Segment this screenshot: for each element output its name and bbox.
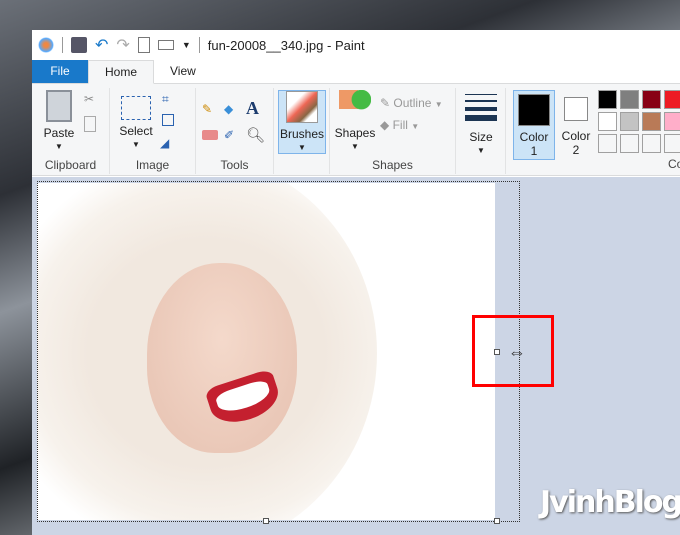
divider (198, 37, 200, 53)
chevron-down-icon: ▼ (434, 100, 443, 109)
tab-view[interactable]: View (154, 60, 212, 83)
select-icon (121, 96, 151, 120)
line-width-icon (465, 94, 497, 126)
chevron-down-icon: ▼ (411, 122, 420, 131)
window-title: fun-20008__340.jpg - Paint (207, 37, 365, 53)
shapes-button[interactable]: Shapes ▼ (334, 90, 376, 154)
chevron-down-icon: ▼ (55, 142, 63, 151)
ribbon: Paste ▼ ✂ Clipboard Select ▼ ⌗ ◢ Image ✎ ◆… (32, 84, 680, 176)
palette-swatch[interactable] (642, 112, 661, 131)
redo-icon[interactable]: ↷ (116, 35, 129, 55)
paste-button[interactable]: Paste ▼ (40, 90, 78, 154)
palette-swatch[interactable] (664, 112, 680, 131)
copy-icon[interactable] (84, 116, 96, 132)
rotate-icon[interactable]: ◢ (160, 136, 176, 152)
color1-swatch (518, 94, 550, 126)
divider (62, 37, 63, 53)
color1-button[interactable]: Color 1 (513, 90, 555, 160)
palette-swatch[interactable] (642, 90, 661, 109)
highlight-box (472, 315, 554, 387)
watermark: JvinhBlog (540, 485, 680, 520)
palette-swatch[interactable] (620, 90, 639, 109)
chevron-down-icon: ▼ (298, 143, 306, 152)
chevron-down-icon: ▼ (132, 140, 140, 149)
cut-icon[interactable]: ✂ (84, 92, 100, 108)
size-group: Size ▼ (456, 88, 506, 174)
crop-icon[interactable]: ⌗ (162, 92, 178, 108)
paint-window: ↶ ↷ ▼ fun-20008__340.jpg - Paint File Ho… (32, 30, 680, 535)
brushes-button[interactable]: Brushes ▼ (278, 90, 326, 154)
color-picker-icon[interactable]: ✐ (224, 128, 240, 144)
new-file-icon[interactable] (137, 37, 150, 53)
group-label: Shapes (372, 158, 413, 172)
selection-border (37, 181, 520, 522)
chevron-down-icon: ▼ (351, 142, 359, 151)
color2-button[interactable]: Color 2 (557, 90, 595, 157)
eraser-icon[interactable] (202, 130, 218, 140)
color2-swatch (564, 97, 588, 121)
fill-bucket-icon[interactable]: ◆ (224, 102, 240, 118)
group-label: Co (668, 157, 680, 171)
palette-swatch[interactable] (620, 134, 639, 153)
outline-dropdown[interactable]: ✎ Outline ▼ (380, 96, 443, 110)
group-label: Image (135, 158, 170, 172)
image-group: Select ▼ ⌗ ◢ Image (110, 88, 196, 174)
palette-swatch[interactable] (664, 134, 680, 153)
fill-dropdown[interactable]: ◆ Fill ▼ (380, 118, 419, 132)
tab-file[interactable]: File (32, 60, 88, 83)
canvas-area: ⇔ JvinhBlog (32, 177, 680, 535)
title-bar: ↶ ↷ ▼ fun-20008__340.jpg - Paint (32, 30, 680, 60)
resize-handle-corner[interactable] (494, 518, 500, 524)
brushes-group: Brushes ▼ (274, 88, 330, 174)
size-button[interactable]: Size ▼ (464, 90, 498, 158)
save-icon[interactable] (71, 37, 87, 53)
group-label: Tools (220, 158, 249, 172)
outline-icon: ✎ (380, 96, 391, 110)
chevron-down-icon: ▼ (477, 146, 485, 155)
fill-icon: ◆ (380, 118, 390, 132)
customize-toolbar-icon[interactable]: ▼ (182, 40, 191, 50)
shapes-icon (339, 90, 371, 122)
resize-icon[interactable] (162, 114, 174, 126)
brush-icon (286, 91, 318, 123)
palette-swatch[interactable] (598, 90, 617, 109)
tab-home[interactable]: Home (88, 60, 155, 84)
text-icon[interactable]: A (246, 98, 262, 118)
palette-swatch[interactable] (598, 134, 617, 153)
shapes-group: Shapes ▼ ✎ Outline ▼ ◆ Fill ▼ Shapes (330, 88, 456, 174)
group-label: Clipboard (44, 158, 97, 172)
paint-app-icon[interactable] (38, 37, 54, 53)
palette-swatch[interactable] (598, 112, 617, 131)
palette-swatch[interactable] (620, 112, 639, 131)
clipboard-group: Paste ▼ ✂ Clipboard (32, 88, 110, 174)
magnifier-icon[interactable]: 🔍︎ (246, 126, 265, 144)
palette-swatch[interactable] (642, 134, 661, 153)
resize-handle-bottom[interactable] (263, 518, 269, 524)
select-button[interactable]: Select ▼ (116, 90, 156, 152)
print-icon[interactable] (157, 40, 174, 50)
undo-icon[interactable]: ↶ (95, 35, 108, 55)
pencil-icon[interactable]: ✎ (202, 102, 218, 118)
palette-swatch[interactable] (664, 90, 680, 109)
clipboard-icon (46, 90, 72, 122)
tools-group: ✎ ◆ A ✐ 🔍︎ Tools (196, 88, 274, 174)
ribbon-tabs: File Home View (32, 60, 680, 84)
